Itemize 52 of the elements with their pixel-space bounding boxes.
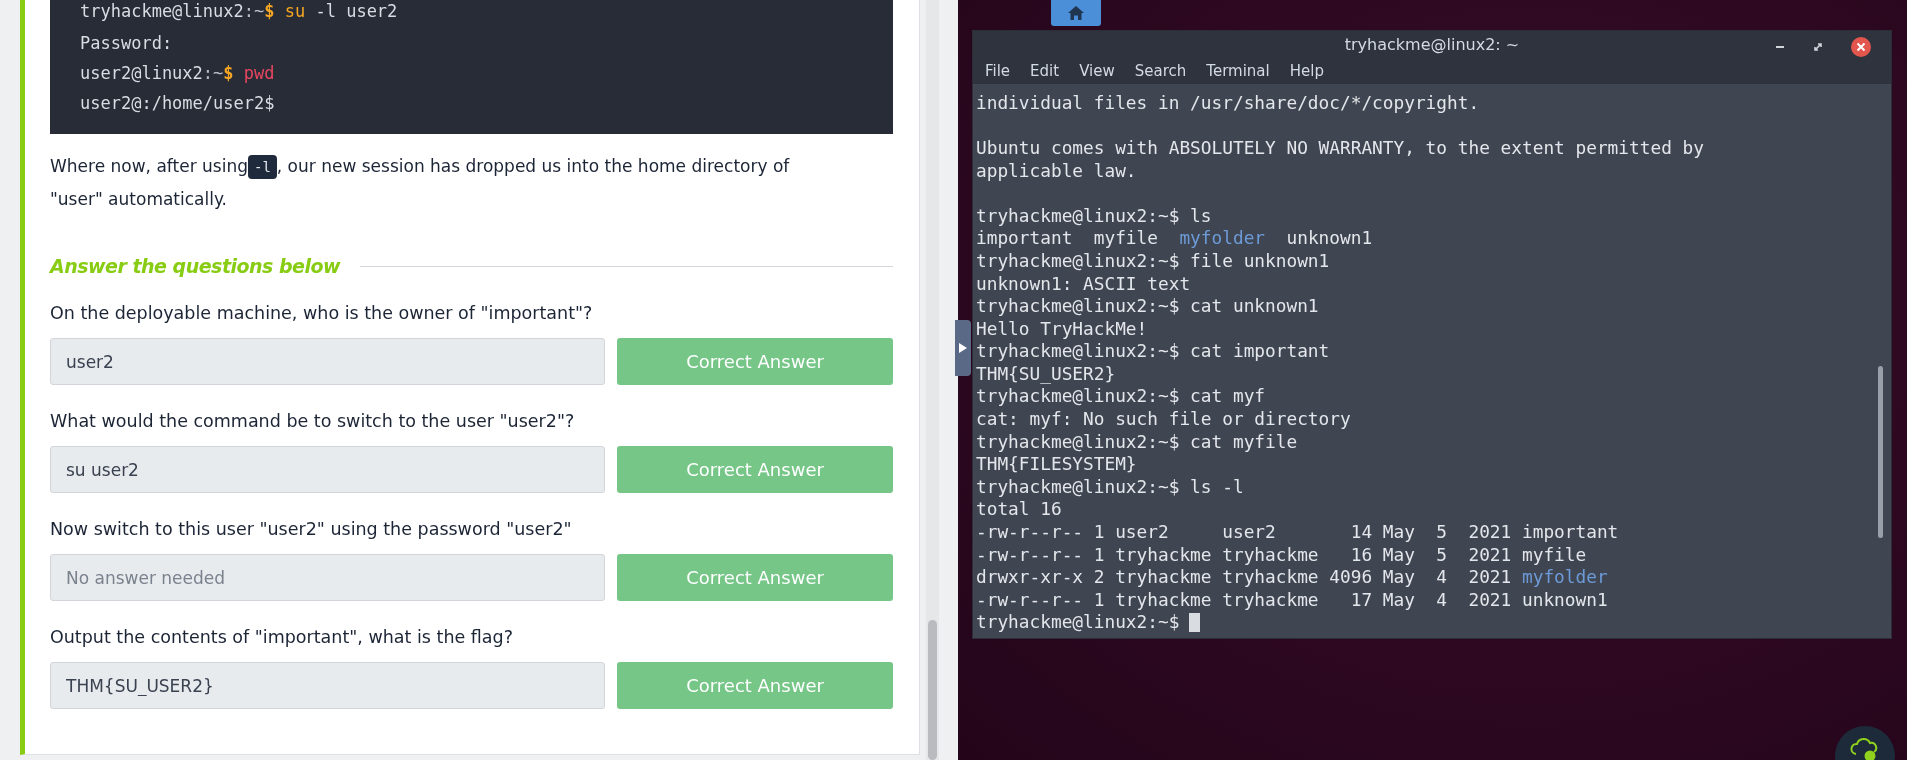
paragraph-text: , our new session has dropped us into the home directory of xyxy=(276,156,790,176)
menu-item[interactable]: File xyxy=(985,62,1011,80)
terminal-line: drwxr-xr-x 2 tryhackme tryhackme 4096 May 4 2021 myfolder xyxy=(976,566,1608,589)
menu-item[interactable]: Edit xyxy=(1030,62,1060,80)
close-icon[interactable] xyxy=(1851,37,1871,57)
terminal-line: tryhackme@linux2:~$ cat myf xyxy=(976,385,1266,409)
cloud-chat-icon xyxy=(1850,738,1880,760)
home-icon xyxy=(1068,6,1084,20)
minimize-icon[interactable] xyxy=(1775,45,1785,49)
menu-item[interactable]: Search xyxy=(1134,62,1187,80)
code-line: user2@:/home/user2$ xyxy=(80,92,276,115)
terminal-line: Hello TryHackMe! xyxy=(976,317,1148,341)
scrollbar-thumb[interactable] xyxy=(928,620,937,760)
maximize-icon[interactable] xyxy=(1813,42,1823,52)
terminal-line: tryhackme@linux2:~$ ls xyxy=(976,204,1212,228)
terminal-line: applicable law. xyxy=(976,159,1137,183)
terminal-line: THM{FILESYSTEM} xyxy=(976,453,1137,476)
terminal-line: tryhackme@linux2:~$ file unknown1 xyxy=(976,249,1330,273)
terminal-line: -rw-r--r-- 1 user2 user2 14 May 5 2021 important xyxy=(976,521,1619,544)
code-line: Password: xyxy=(80,32,174,55)
terminal-line: THM{SU_USER2} xyxy=(976,362,1116,386)
scrollbar[interactable] xyxy=(926,0,939,760)
section-heading: Answer the questions below xyxy=(50,255,341,277)
scrollbar-thumb[interactable] xyxy=(1878,365,1883,538)
code-line: tryhackme@linux2:~$ su -l user2 xyxy=(80,0,399,23)
menu-item[interactable]: Help xyxy=(1289,62,1324,80)
terminal-line: total 16 xyxy=(976,498,1062,522)
terminal-line: tryhackme@linux2:~$ xyxy=(976,611,1180,634)
terminal-line: tryhackme@linux2:~$ ls -l xyxy=(976,475,1244,499)
code-line: user2@linux2:~$ pwd xyxy=(80,62,276,85)
terminal-line: important myfile myfolder unknown1 xyxy=(976,227,1373,250)
question-text: Output the contents of "important", what is the flag? xyxy=(50,627,514,647)
paragraph-text: Where now, after using xyxy=(50,156,248,176)
terminal-line: tryhackme@linux2:~$ cat unknown1 xyxy=(976,295,1319,318)
terminal-line: unknown1: ASCII text xyxy=(976,272,1191,296)
terminal-line: cat: myf: No such file or directory xyxy=(976,408,1351,431)
question-text: Now switch to this user "user2" using the password "user2" xyxy=(50,519,573,539)
inline-code: -l xyxy=(247,155,277,179)
terminal-line: individual files in /usr/share/doc/*/copyright. xyxy=(976,91,1480,115)
window-title: tryhackme@linux2: ~ xyxy=(1344,35,1520,55)
panel-toggle-handle[interactable] xyxy=(955,320,971,376)
terminal-line: Ubuntu comes with ABSOLUTELY NO WARRANTY, to the extent permitted by xyxy=(976,136,1704,160)
terminal-line: -rw-r--r-- 1 tryhackme tryhackme 17 May 4 2021 unknown1 xyxy=(976,588,1608,612)
menu-item[interactable]: View xyxy=(1079,62,1115,80)
question-text: What would the command be to switch to the user "user2"? xyxy=(50,411,576,431)
terminal-line: tryhackme@linux2:~$ cat myfile xyxy=(976,430,1298,454)
question-text: On the deployable machine, who is the owner of "important"? xyxy=(50,303,594,323)
terminal-line: -rw-r--r-- 1 tryhackme tryhackme 16 May 5 2021 myfile xyxy=(976,543,1587,567)
menu-item[interactable]: Terminal xyxy=(1206,62,1270,80)
home-button[interactable] xyxy=(1051,0,1101,26)
paragraph-text: "user" automatically. xyxy=(50,189,227,209)
terminal-line: tryhackme@linux2:~$ cat important xyxy=(976,340,1330,363)
